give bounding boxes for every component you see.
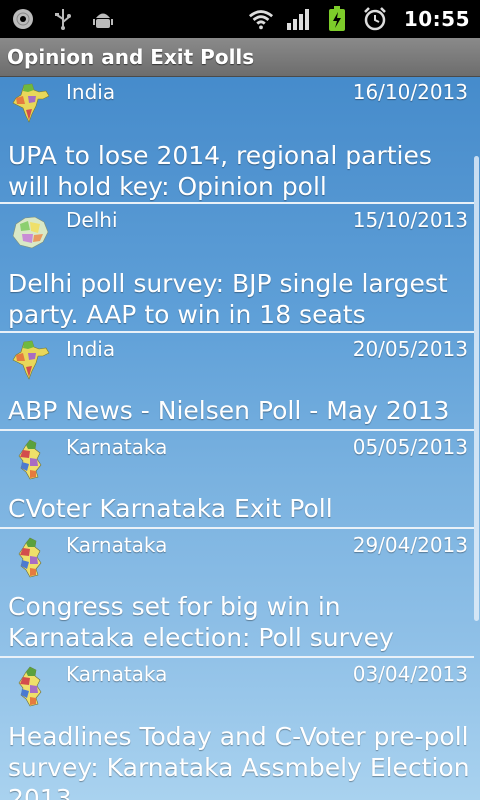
item-headline: Congress set for big win in Karnataka el… xyxy=(8,592,394,652)
karnataka-map-icon xyxy=(18,537,42,578)
poll-list[interactable]: India 16/10/2013 UPA to lose 2014, regio… xyxy=(0,76,480,800)
delhi-map-icon xyxy=(12,216,49,249)
list-item[interactable]: Karnataka 29/04/2013 Congress set for bi… xyxy=(0,529,474,658)
karnataka-map-icon xyxy=(18,439,42,480)
battery-charging-icon xyxy=(324,6,350,32)
list-item[interactable]: India 20/05/2013 ABP News - Nielsen Poll… xyxy=(0,333,474,431)
item-date: 20/05/2013 xyxy=(352,337,468,361)
item-date: 16/10/2013 xyxy=(352,80,468,104)
item-headline: CVoter Karnataka Exit Poll xyxy=(8,494,333,523)
alarm-icon xyxy=(362,6,388,32)
item-region: India xyxy=(66,80,116,104)
app-title: Opinion and Exit Polls xyxy=(7,45,255,69)
item-headline: UPA to lose 2014, regional parties will … xyxy=(8,141,432,201)
india-map-icon xyxy=(12,83,50,123)
list-item[interactable]: Delhi 15/10/2013 Delhi poll survey: BJP … xyxy=(0,204,474,333)
android-debug-icon xyxy=(90,6,116,32)
cd-icon xyxy=(10,6,36,32)
item-region: Karnataka xyxy=(66,533,168,557)
list-scrollbar[interactable] xyxy=(474,156,479,621)
item-region: Delhi xyxy=(66,208,118,232)
list-item[interactable]: India 16/10/2013 UPA to lose 2014, regio… xyxy=(0,76,474,204)
status-bar: 10:55 xyxy=(0,0,480,38)
item-region: India xyxy=(66,337,116,361)
usb-icon xyxy=(50,6,76,32)
signal-icon xyxy=(286,6,312,32)
app-title-bar: Opinion and Exit Polls xyxy=(0,38,480,77)
item-date: 05/05/2013 xyxy=(352,435,468,459)
item-region: Karnataka xyxy=(66,662,168,686)
item-region: Karnataka xyxy=(66,435,168,459)
list-item[interactable]: Karnataka 05/05/2013 CVoter Karnataka Ex… xyxy=(0,431,474,529)
item-date: 03/04/2013 xyxy=(352,662,468,686)
india-map-icon xyxy=(12,340,50,380)
wifi-icon xyxy=(248,6,274,32)
item-date: 15/10/2013 xyxy=(352,208,468,232)
list-item[interactable]: Karnataka 03/04/2013 Headlines Today and… xyxy=(0,658,474,800)
item-headline: Headlines Today and C-Voter pre-poll sur… xyxy=(8,722,470,800)
item-date: 29/04/2013 xyxy=(352,533,468,557)
item-headline: Delhi poll survey: BJP single largest pa… xyxy=(8,269,448,329)
item-headline: ABP News - Nielsen Poll - May 2013 xyxy=(8,396,450,425)
status-clock: 10:55 xyxy=(403,7,470,31)
karnataka-map-icon xyxy=(18,666,42,707)
